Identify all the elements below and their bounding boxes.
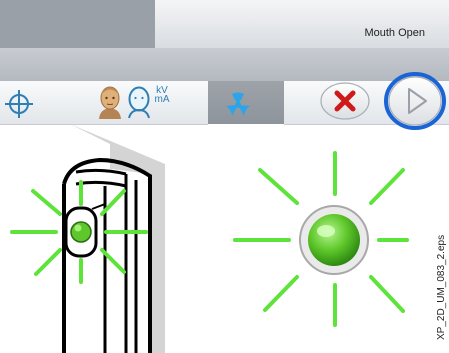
header-bar <box>0 48 449 81</box>
mode-label: Mouth Open <box>364 27 425 39</box>
radiation-icon <box>226 92 250 116</box>
green-light-icon <box>233 151 409 327</box>
positioning-button[interactable] <box>3 89 35 119</box>
figure-code: XP_2D_UM_083_2.eps <box>436 234 447 340</box>
close-icon <box>320 82 370 120</box>
header-gray-block <box>0 0 155 48</box>
header-title-area: Mouth Open <box>155 0 449 48</box>
patient-button[interactable] <box>96 85 124 119</box>
ma-label: mA <box>154 94 170 105</box>
device-drawing <box>10 124 165 353</box>
start-button[interactable] <box>384 72 446 130</box>
head-icon <box>99 86 121 119</box>
radiation-indicator <box>221 89 255 119</box>
device-illustration <box>0 124 175 353</box>
head-outline-icon <box>128 86 150 119</box>
kv-ma-settings[interactable]: kV mA <box>152 86 172 105</box>
status-light-illustration <box>225 145 415 335</box>
play-icon <box>384 72 446 130</box>
target-icon <box>5 90 33 118</box>
head-outline-button[interactable] <box>126 85 152 119</box>
cancel-button[interactable] <box>318 81 372 121</box>
